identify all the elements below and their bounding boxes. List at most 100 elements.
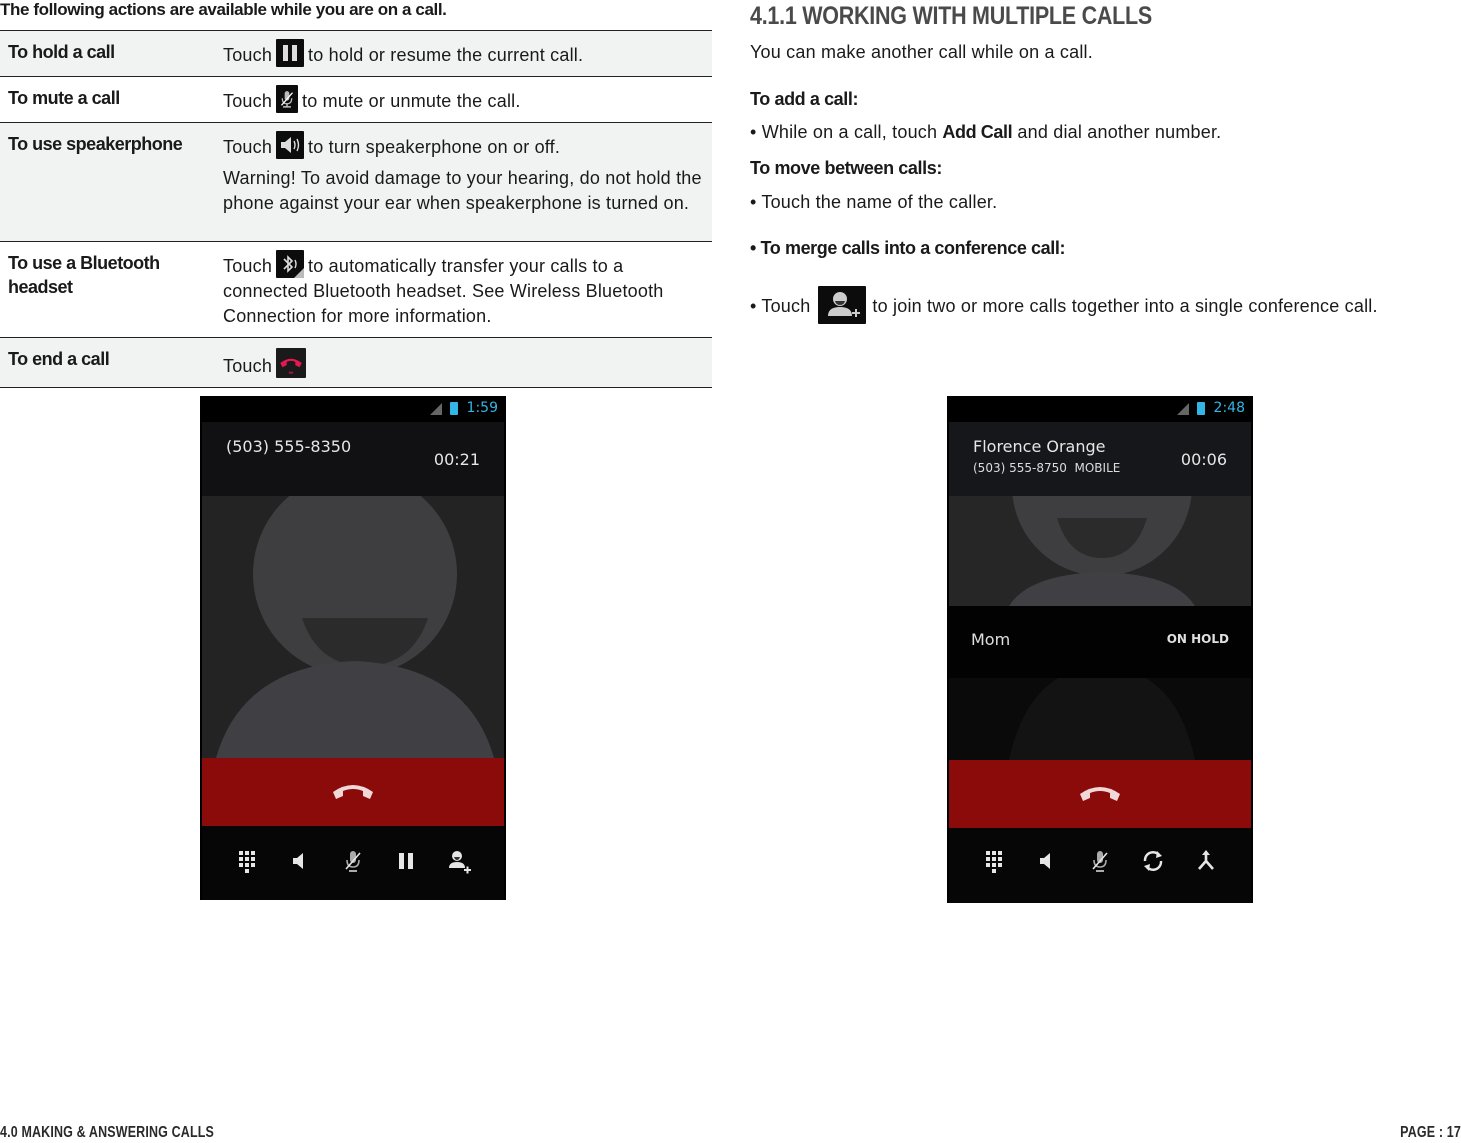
active-caller-number-line: (503) 555-8750 MOBILE (973, 461, 1120, 475)
active-caller-name: Florence Orange (973, 437, 1106, 456)
speaker-button[interactable] (284, 846, 314, 876)
end-call-icon (1076, 782, 1124, 806)
table-row-bluetooth: To use a Bluetooth headset Touch to autom… (0, 241, 712, 338)
phone-screenshot-single-call: 1:59 (503) 555-8350 00:21 (200, 396, 506, 900)
end-call-button[interactable] (202, 758, 504, 826)
contact-photo-placeholder (949, 496, 1251, 606)
row-text: to turn speakerphone on or off. (308, 137, 561, 157)
row-text: to hold or resume the current call. (308, 45, 584, 65)
move-calls-title: To move between calls: (750, 158, 942, 178)
on-hold-status: ON HOLD (1166, 632, 1229, 646)
dialpad-button[interactable] (979, 846, 1009, 876)
call-elapsed-time: 00:06 (1180, 450, 1227, 469)
default-avatar-icon (949, 496, 1251, 606)
held-caller-name: Mom (971, 630, 1011, 649)
row-description: Touch to mute or unmute the call. (223, 77, 712, 123)
touch-text: Touch (223, 45, 273, 65)
add-call-title: To add a call: (750, 89, 859, 109)
swap-calls-button[interactable] (1138, 846, 1168, 876)
active-caller-number: (503) 555-8750 (973, 461, 1067, 475)
table-row-speakerphone: To use speakerphone Touch to turn speaker… (0, 122, 712, 242)
merge-calls-title: • To merge calls into a conference call: (750, 238, 1066, 258)
row-label: To end a call (8, 349, 110, 369)
speakerphone-warning: Warning! To avoid damage to your hearing… (223, 168, 702, 213)
bullet-text: and dial another number. (1012, 122, 1222, 142)
touch-text: Touch (223, 256, 273, 276)
speaker-button[interactable] (1031, 846, 1061, 876)
number-type: MOBILE (1074, 461, 1121, 475)
bullet-text: to join two or more calls together into … (872, 296, 1378, 316)
signal-icon (430, 403, 442, 415)
table-row-hold: To hold a call Touch to hold or resume th… (0, 30, 712, 77)
section-heading: 4.1.1 WORKING WITH MULTIPLE CALLS (750, 2, 1152, 30)
touch-text: Touch (223, 137, 273, 157)
footer-section-title: 4.0 MAKING & ANSWERING CALLS (0, 1124, 215, 1141)
merge-calls-icon (1191, 846, 1221, 876)
table-intro: The following actions are available whil… (0, 0, 447, 19)
status-time: 2:48 (1213, 400, 1245, 416)
pause-icon (391, 846, 421, 876)
status-bar: 2:48 (947, 396, 1253, 422)
touch-text: Touch (223, 356, 273, 376)
merge-calls-bullet: • Touch to join two or more calls togethe… (750, 286, 1378, 324)
row-description: Touch to hold or resume the current call. (223, 31, 712, 77)
dialpad-icon (232, 846, 262, 876)
row-label: To use speakerphone (8, 134, 183, 154)
touch-text: Touch (223, 91, 273, 111)
table-row-end-call: To end a call Touch (0, 337, 712, 388)
in-call-controls (949, 828, 1251, 903)
row-text: to mute or unmute the call. (302, 91, 521, 111)
row-label: To use a Bluetooth headset (8, 253, 160, 297)
phone-screenshot-multiple-calls: 2:48 Florence Orange (503) 555-8750 MOBI… (947, 396, 1253, 903)
mute-microphone-icon (276, 85, 299, 113)
hold-button[interactable] (391, 846, 421, 876)
dialpad-icon (979, 846, 1009, 876)
status-bar: 1:59 (200, 396, 506, 422)
status-time: 1:59 (466, 400, 498, 416)
row-description: Touch (223, 338, 712, 388)
add-call-button[interactable] (444, 846, 474, 876)
caller-number: (503) 555-8350 (226, 437, 352, 456)
default-avatar-icon (202, 496, 504, 758)
speaker-icon (284, 846, 314, 876)
merge-calls-button[interactable] (1191, 846, 1221, 876)
move-calls-bullet: • Touch the name of the caller. (750, 192, 998, 212)
call-actions-table: To hold a call Touch to hold or resume th… (0, 30, 712, 388)
end-call-button[interactable] (949, 760, 1251, 828)
swap-calls-icon (1138, 846, 1168, 876)
call-elapsed-time: 00:21 (433, 450, 480, 469)
held-call-row[interactable]: Mom ON HOLD (949, 606, 1251, 678)
battery-icon (1197, 402, 1205, 415)
speaker-icon (1031, 846, 1061, 876)
footer-page-number: PAGE : 17 (1400, 1124, 1461, 1141)
call-header: (503) 555-8350 00:21 (202, 422, 504, 496)
row-label: To hold a call (8, 42, 115, 62)
row-description: Touch to automatically transfer your call… (223, 242, 712, 338)
add-person-icon (818, 286, 867, 324)
row-description: Touch to turn speakerphone on or off. War… (223, 123, 712, 242)
in-call-controls (202, 826, 504, 900)
speaker-icon (276, 131, 305, 159)
pause-icon (276, 39, 305, 67)
table-row-mute: To mute a call Touch to mute or unmute th… (0, 76, 712, 123)
dialpad-button[interactable] (232, 846, 262, 876)
end-call-icon (276, 348, 307, 378)
mute-button[interactable] (1085, 846, 1115, 876)
contact-photo-placeholder (202, 496, 504, 758)
bullet-text: • While on a call, touch (750, 122, 943, 142)
bullet-text: • Touch (750, 296, 811, 316)
battery-icon (450, 402, 458, 415)
add-call-bullet: • While on a call, touch Add Call and di… (750, 122, 1221, 143)
mute-microphone-icon (338, 846, 368, 876)
active-call-header: Florence Orange (503) 555-8750 MOBILE 00… (949, 422, 1251, 496)
add-person-icon (444, 846, 474, 876)
held-contact-photo (949, 678, 1251, 760)
signal-icon (1177, 403, 1189, 415)
mute-microphone-icon (1085, 846, 1115, 876)
section-intro: You can make another call while on a cal… (750, 42, 1093, 62)
default-avatar-icon (949, 678, 1251, 760)
end-call-icon (329, 780, 377, 804)
add-call-term: Add Call (942, 122, 1013, 142)
bluetooth-audio-icon (276, 250, 305, 278)
mute-button[interactable] (338, 846, 368, 876)
